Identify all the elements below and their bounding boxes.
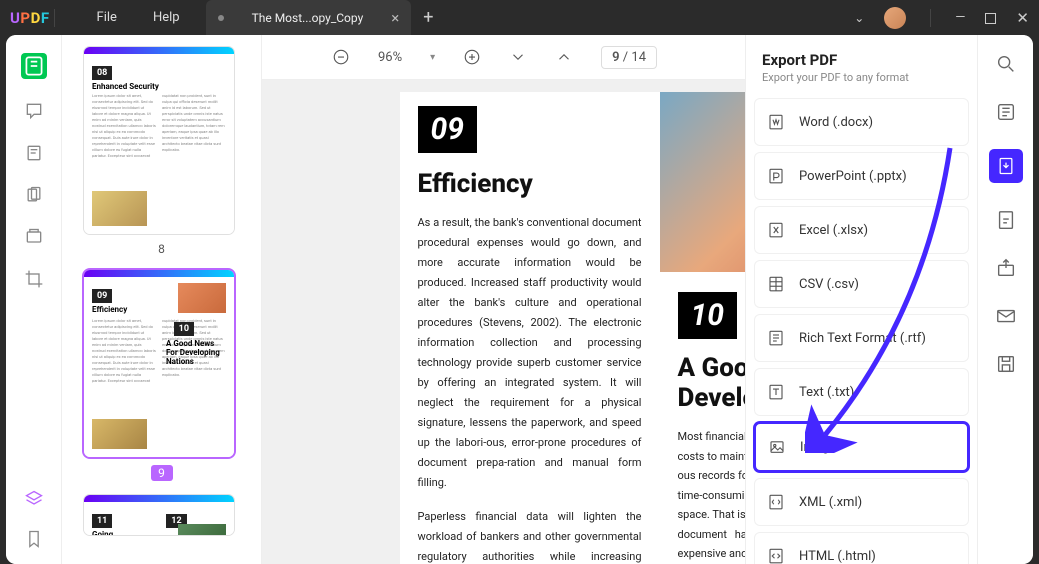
powerpoint-icon (767, 167, 785, 185)
chevron-down-icon[interactable]: ⌄ (854, 11, 864, 25)
share-icon[interactable] (995, 257, 1017, 279)
export-xml[interactable]: XML (.xml) (754, 478, 969, 526)
excel-icon (767, 221, 785, 239)
rtf-icon (767, 329, 785, 347)
menu-help[interactable]: Help (135, 0, 198, 35)
tab-title: The Most...opy_Copy (252, 11, 364, 25)
thumbnail-10[interactable]: 11 12 Going (84, 495, 234, 535)
page-indicator[interactable]: 9 / 14 (601, 46, 657, 69)
thumbnail-9-label: 9 (151, 465, 173, 481)
word-icon (767, 113, 785, 131)
export-html[interactable]: HTML (.html) (754, 532, 969, 564)
new-tab-button[interactable]: + (423, 7, 433, 28)
zoom-dropdown-icon[interactable]: ▾ (430, 52, 435, 63)
xml-icon (767, 493, 785, 511)
zoom-out-button[interactable] (332, 48, 350, 66)
app-logo: UPDF (10, 9, 50, 27)
right-rail (977, 35, 1033, 564)
csv-icon (767, 275, 785, 293)
ocr-icon[interactable] (995, 101, 1017, 123)
section-heading: Efficiency (418, 169, 642, 199)
document-tab[interactable]: The Most...opy_Copy × (206, 0, 412, 35)
page-tools-icon[interactable] (24, 185, 44, 205)
export-title: Export PDF (754, 51, 969, 69)
window-close-button[interactable]: ✕ (1016, 9, 1029, 27)
export-panel: Export PDF Export your PDF to any format… (745, 35, 977, 564)
tab-close-icon[interactable]: × (391, 9, 399, 27)
section-number: 10 (678, 292, 737, 339)
left-rail (6, 35, 62, 564)
thumbnail-8-label: 8 (84, 242, 239, 256)
menu-file[interactable]: File (79, 0, 135, 35)
window-maximize-button[interactable] (985, 13, 996, 24)
text-icon (767, 383, 785, 401)
page-9-content: 09 Efficiency As a result, the bank's co… (400, 92, 660, 564)
html-icon (767, 547, 785, 564)
save-icon[interactable] (995, 353, 1017, 375)
export-pdf-icon[interactable] (989, 149, 1023, 183)
body-paragraph: As a result, the bank's conventional doc… (418, 213, 642, 493)
export-csv[interactable]: CSV (.csv) (754, 260, 969, 308)
export-word[interactable]: Word (.docx) (754, 98, 969, 146)
crop-icon[interactable] (24, 269, 44, 289)
convert-icon[interactable] (995, 209, 1017, 231)
export-excel[interactable]: Excel (.xlsx) (754, 206, 969, 254)
email-icon[interactable] (995, 305, 1017, 327)
section-number: 09 (418, 106, 477, 153)
search-icon[interactable] (995, 53, 1017, 75)
export-image[interactable]: Image (754, 422, 969, 472)
thumbnail-panel: 08 Enhanced Security Lorem ipsum dolor s… (62, 35, 262, 564)
comment-icon[interactable] (24, 101, 44, 121)
export-text[interactable]: Text (.txt) (754, 368, 969, 416)
edit-text-icon[interactable] (24, 143, 44, 163)
body-paragraph: Paperless financial data will lighten th… (418, 507, 642, 564)
avatar[interactable] (884, 7, 906, 29)
page-up-button[interactable] (555, 48, 573, 66)
window-minimize-button[interactable]: — (955, 10, 965, 25)
organize-icon[interactable] (24, 227, 44, 247)
zoom-in-button[interactable] (463, 48, 481, 66)
tab-marker-icon (218, 15, 224, 21)
export-subtitle: Export your PDF to any format (754, 69, 969, 98)
page-down-button[interactable] (509, 48, 527, 66)
thumbnail-9[interactable]: 09 Efficiency 10 A Good News For Develop… (84, 270, 234, 457)
export-powerpoint[interactable]: PowerPoint (.pptx) (754, 152, 969, 200)
bookmark-icon[interactable] (24, 529, 44, 549)
thumbnail-8[interactable]: 08 Enhanced Security Lorem ipsum dolor s… (84, 47, 234, 234)
export-rtf[interactable]: Rich Text Format (.rtf) (754, 314, 969, 362)
layers-icon[interactable] (24, 489, 44, 509)
image-icon (768, 438, 786, 456)
zoom-level[interactable]: 96% (378, 50, 402, 65)
reader-mode-icon[interactable] (21, 53, 47, 79)
